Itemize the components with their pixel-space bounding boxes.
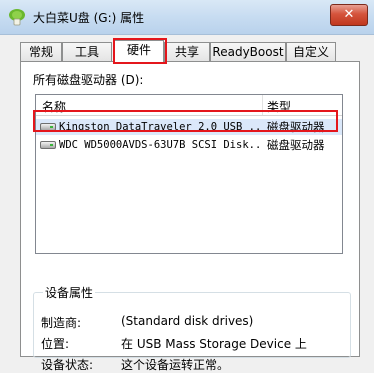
location-value: 在 USB Mass Storage Device 上 bbox=[121, 337, 307, 351]
device-status-label: 设备状态: bbox=[41, 358, 94, 372]
drive-type: 磁盘驱动器 bbox=[267, 138, 325, 152]
close-icon: ✕ bbox=[343, 7, 355, 22]
location-label: 位置: bbox=[41, 337, 70, 351]
hardware-tab-highlight bbox=[113, 38, 167, 64]
cabbage-icon bbox=[9, 9, 25, 26]
title-bar: 大白菜U盘 (G:) 属性 ✕ bbox=[0, 0, 374, 35]
device-properties-title: 设备属性 bbox=[43, 284, 96, 301]
tab-tools[interactable]: 工具 bbox=[62, 42, 112, 61]
tab-general[interactable]: 常规 bbox=[20, 42, 62, 61]
window-title: 大白菜U盘 (G:) 属性 bbox=[33, 11, 145, 25]
hard-disk-icon bbox=[40, 141, 56, 149]
tab-readyboost[interactable]: ReadyBoost bbox=[210, 42, 286, 61]
manufacturer-label: 制造商: bbox=[41, 316, 82, 330]
tab-sharing[interactable]: 共享 bbox=[164, 42, 210, 61]
selected-drive-highlight bbox=[33, 110, 338, 132]
drives-section-label: 所有磁盘驱动器 (D): bbox=[33, 73, 144, 87]
device-status-value: 这个设备运转正常。 bbox=[121, 358, 230, 372]
tab-strip: 常规 工具 硬件 共享 ReadyBoost 自定义 bbox=[20, 40, 360, 62]
manufacturer-value: (Standard disk drives) bbox=[121, 314, 254, 328]
close-button[interactable]: ✕ bbox=[330, 4, 368, 26]
dialog-content: 常规 工具 硬件 共享 ReadyBoost 自定义 所有磁盘驱动器 (D): … bbox=[0, 35, 374, 372]
tab-customize[interactable]: 自定义 bbox=[286, 42, 336, 61]
hardware-panel: 所有磁盘驱动器 (D): 名称 类型 Kingston DataTraveler… bbox=[20, 61, 360, 372]
list-item[interactable]: WDC WD5000AVDS-63U7B SCSI Disk... 磁盘驱动器 bbox=[36, 137, 342, 153]
drive-name: WDC WD5000AVDS-63U7B SCSI Disk... bbox=[59, 139, 262, 151]
